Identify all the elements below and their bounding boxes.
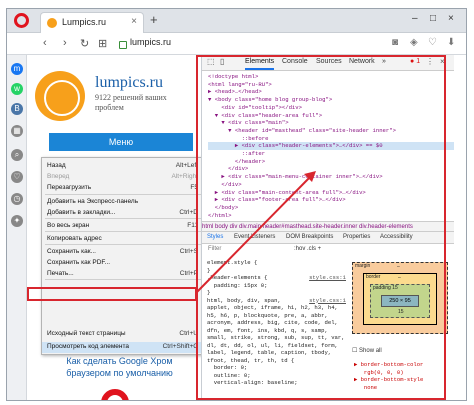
pointer-arrow: [195, 171, 316, 294]
